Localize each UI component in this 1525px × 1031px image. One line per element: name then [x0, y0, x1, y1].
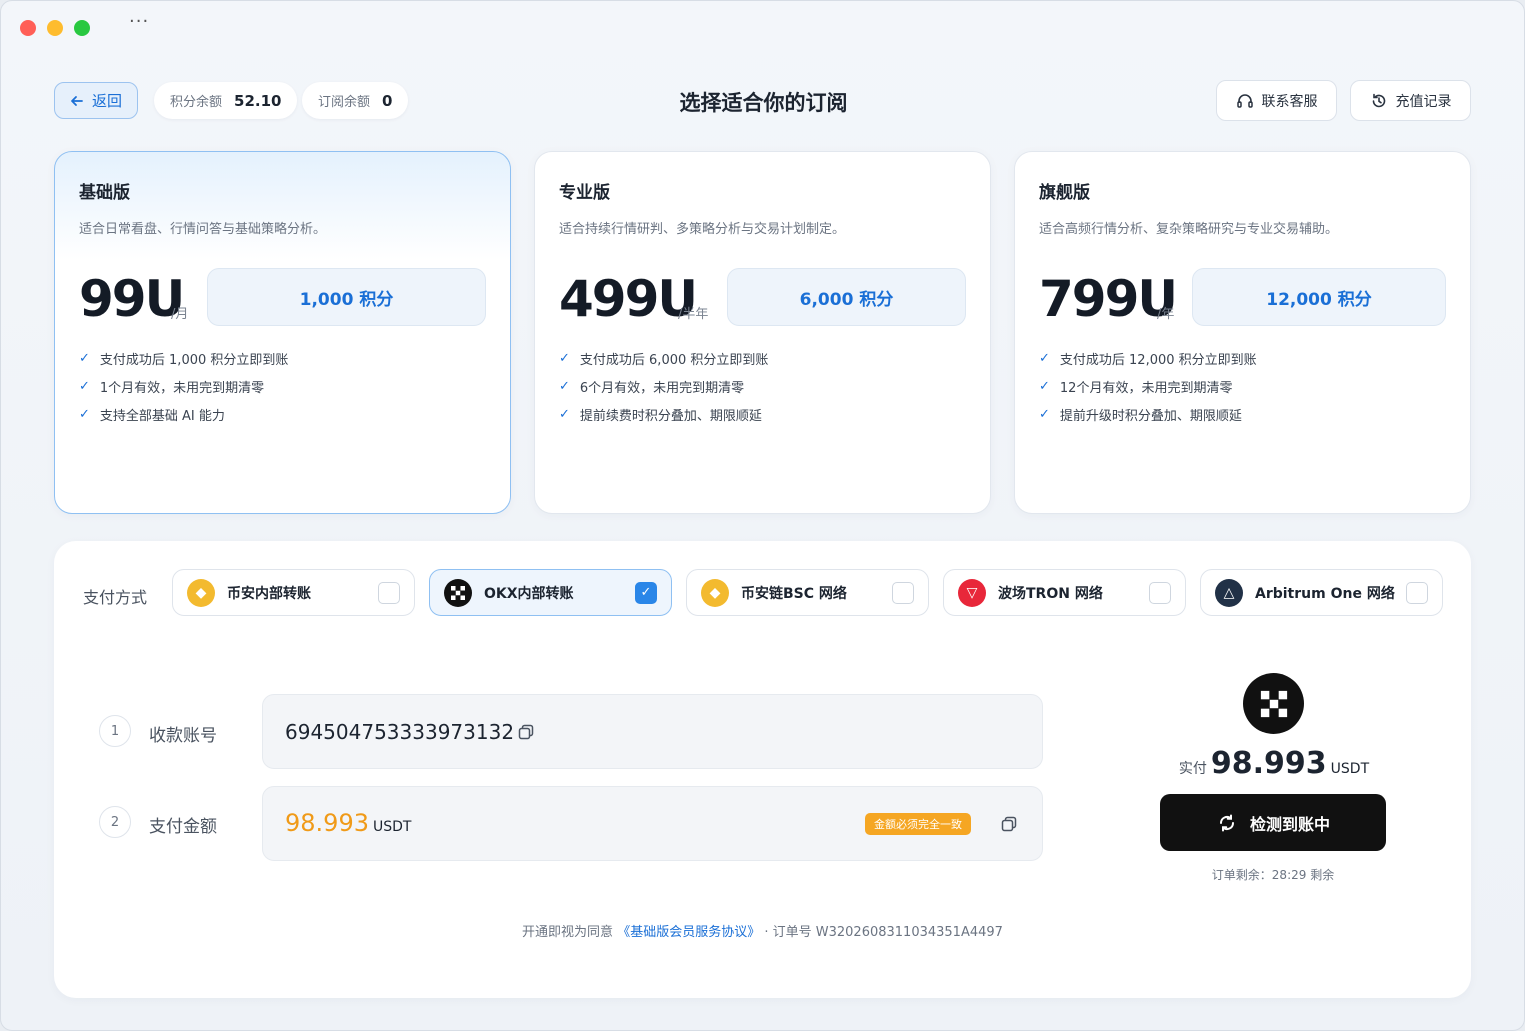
plan-points-badge: 1,000 积分: [207, 268, 486, 326]
payment-method-bsc[interactable]: ◆ 币安链BSC 网络: [686, 569, 929, 616]
app-window: ··· 返回 积分余额 52.10 订阅余额 0 选择适合你的订阅 联系客服 充…: [0, 0, 1525, 1031]
plan-description: 适合高频行情分析、复杂策略研究与专业交易辅助。: [1039, 222, 1339, 237]
headset-icon: [1236, 93, 1253, 108]
arbitrum-icon: △: [1215, 578, 1243, 607]
checkbox-checked[interactable]: ✓: [635, 581, 657, 604]
detect-payment-button[interactable]: 检测到账中: [1160, 794, 1386, 851]
agreement-prefix: 开通即视为同意: [522, 925, 614, 940]
history-icon: [1372, 93, 1385, 107]
bnb-chain-icon: ◆: [701, 578, 729, 607]
check-icon: ✓: [79, 350, 90, 366]
recharge-history-button[interactable]: 充值记录: [1350, 80, 1471, 121]
check-icon: ✓: [1039, 378, 1050, 394]
tron-icon: ▽: [958, 578, 986, 607]
plan-description: 适合日常看盘、行情问答与基础策略分析。: [79, 222, 327, 237]
payment-method-okx-internal[interactable]: OKX内部转账 ✓: [429, 569, 672, 616]
order-remaining-time: 订单剩余：28:29 剩余: [1211, 868, 1335, 882]
feature-item: ✓ 支付成功后 12,000 积分立即到账: [1039, 350, 1257, 368]
feature-item: ✓ 12个月有效，未用完到期清零: [1039, 378, 1233, 396]
payment-method-arbitrum[interactable]: △ Arbitrum One 网络: [1200, 569, 1443, 616]
okx-logo: [1243, 673, 1304, 734]
feature-item: ✓ 1个月有效，未用完到期清零: [79, 378, 265, 396]
check-icon: ✓: [79, 378, 90, 394]
feature-item: ✓ 6个月有效，未用完到期清零: [559, 378, 745, 396]
plan-points-badge: 12,000 积分: [1192, 268, 1446, 326]
plan-features: ✓ 支付成功后 6,000 积分立即到账 ✓ 6个月有效，未用完到期清零 ✓ 提前续费…: [559, 344, 768, 428]
footer-note: 开通即视为同意 《基础版会员服务协议》 · 订单号 W3202608311034…: [54, 921, 1471, 940]
maximize-window-button[interactable]: [74, 20, 90, 36]
close-window-button[interactable]: [20, 20, 36, 36]
detect-payment-label: 检测到账中: [1249, 814, 1330, 834]
plan-card-flagship[interactable]: 旗舰版 适合高频行情分析、复杂策略研究与专业交易辅助。 799U /年 12,0…: [1014, 151, 1471, 514]
service-agreement-link[interactable]: 《基础版会员服务协议》: [617, 925, 760, 940]
plan-card-pro[interactable]: 专业版 适合持续行情研判、多策略分析与交易计划制定。 499U /半年 6,00…: [534, 151, 991, 514]
plan-price: 799U: [1039, 270, 1178, 328]
copy-icon[interactable]: [517, 723, 535, 741]
payment-method-tron[interactable]: ▽ 波场TRON 网络: [943, 569, 1186, 616]
payment-method-label: 币安内部转账: [227, 585, 311, 602]
payment-method-label: 支付方式: [83, 588, 148, 607]
feature-item: ✓ 支持全部基础 AI 能力: [79, 406, 225, 424]
recharge-history-label: 充值记录: [1395, 93, 1452, 110]
receiving-account-field: 694504753333973132: [262, 694, 1043, 769]
plan-description: 适合持续行情研判、多策略分析与交易计划制定。: [559, 222, 846, 237]
checkbox[interactable]: [378, 581, 400, 604]
feature-item: ✓ 支付成功后 1,000 积分立即到账: [79, 350, 289, 368]
plan-period: /月: [171, 307, 189, 322]
plan-period: /半年: [678, 307, 709, 322]
order-number: · 订单号 W3202608311034351A4497: [764, 925, 1003, 940]
copy-icon[interactable]: [1000, 815, 1018, 833]
title-bar: ···: [1, 1, 1524, 53]
payment-method-label: 币安链BSC 网络: [741, 585, 847, 602]
okx-icon: [444, 578, 472, 607]
contact-support-label: 联系客服: [1261, 93, 1318, 110]
refresh-icon: [1219, 814, 1234, 831]
step-number: 2: [99, 806, 131, 838]
payment-amount-label: 支付金额: [149, 817, 217, 837]
payment-method-label: 波场TRON 网络: [998, 585, 1103, 602]
check-icon: ✓: [559, 378, 570, 394]
plan-features: ✓ 支付成功后 1,000 积分立即到账 ✓ 1个月有效，未用完到期清零 ✓ 支持全部…: [79, 344, 288, 428]
check-icon: ✓: [559, 350, 570, 366]
plan-card-basic[interactable]: 基础版 适合日常看盘、行情问答与基础策略分析。 99U /月 1,000 积分 …: [54, 151, 511, 514]
check-icon: ✓: [1039, 350, 1050, 366]
paid-unit: USDT: [1330, 761, 1370, 777]
payment-method-label: OKX内部转账: [484, 585, 574, 602]
checkbox[interactable]: [1149, 581, 1171, 604]
amount-unit: USDT: [372, 819, 412, 835]
minimize-window-button[interactable]: [47, 20, 63, 36]
check-icon: ✓: [79, 406, 90, 422]
exact-amount-warning-badge: 金额必须完全一致: [865, 813, 971, 835]
plan-period: /年: [1157, 307, 1175, 322]
plan-name: 旗舰版: [1039, 183, 1090, 203]
payment-panel: 支付方式 ◆ 币安内部转账 OKX内部转账 ✓ ◆ 币安链BSC 网络 ▽ 波场…: [54, 541, 1471, 998]
plan-price: 499U: [559, 270, 698, 328]
plan-features: ✓ 支付成功后 12,000 积分立即到账 ✓ 12个月有效，未用完到期清零 ✓ 提前…: [1039, 344, 1257, 428]
contact-support-button[interactable]: 联系客服: [1216, 80, 1337, 121]
step-number: 1: [99, 715, 131, 747]
payment-method-binance-internal[interactable]: ◆ 币安内部转账: [172, 569, 415, 616]
more-options-icon[interactable]: ···: [129, 11, 149, 32]
paid-value: 98.993: [1210, 746, 1327, 781]
payment-amount-value: 98.993 USDT: [285, 809, 412, 837]
receiving-account-value: 694504753333973132: [285, 720, 515, 744]
paid-label: 实付: [1178, 761, 1207, 777]
feature-item: ✓ 支付成功后 6,000 积分立即到账: [559, 350, 769, 368]
plan-name: 基础版: [79, 183, 130, 203]
plan-price: 99U: [79, 270, 185, 328]
receiving-account-label: 收款账号: [149, 726, 217, 746]
payment-amount-field: 98.993 USDT 金额必须完全一致: [262, 786, 1043, 861]
check-icon: ✓: [559, 406, 570, 422]
feature-item: ✓ 提前续费时积分叠加、期限顺延: [559, 406, 762, 424]
binance-icon: ◆: [187, 578, 215, 607]
check-icon: ✓: [1039, 406, 1050, 422]
paid-amount: 实付 98.993 USDT: [1154, 746, 1394, 781]
checkbox[interactable]: [892, 581, 914, 604]
plan-name: 专业版: [559, 183, 610, 203]
plan-points-badge: 6,000 积分: [727, 268, 966, 326]
payment-method-label: Arbitrum One 网络: [1255, 585, 1395, 602]
checkbox[interactable]: [1406, 581, 1428, 604]
feature-item: ✓ 提前升级时积分叠加、期限顺延: [1039, 406, 1242, 424]
